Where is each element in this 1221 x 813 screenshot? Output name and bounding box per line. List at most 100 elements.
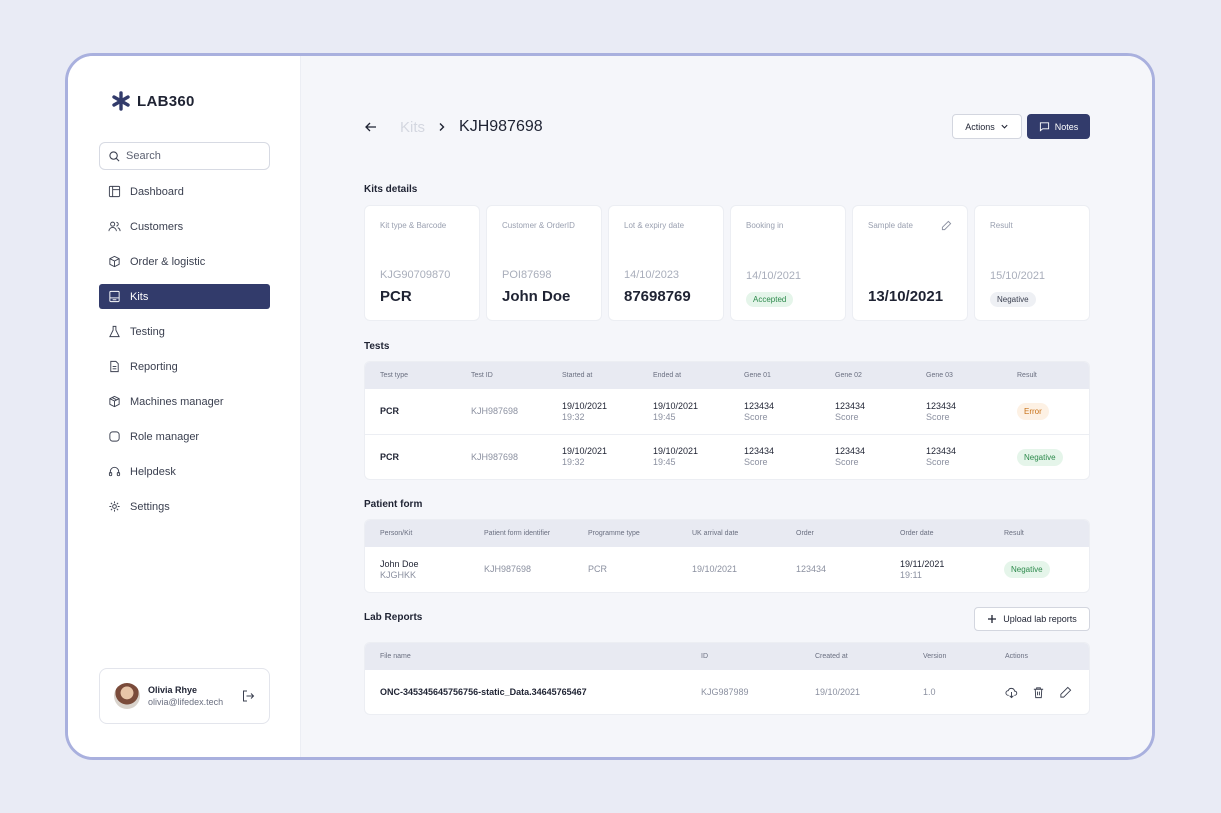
- table-header: Person/Kit Patient form identifier Progr…: [365, 520, 1089, 547]
- gene-score: Score: [835, 411, 859, 422]
- card-value: John Doe: [502, 288, 571, 305]
- sidebar-item-label: Settings: [130, 500, 170, 513]
- flask-icon: [109, 325, 120, 338]
- gene-value: 123434: [926, 446, 957, 456]
- column-header: Created at: [815, 653, 848, 660]
- back-arrow-icon[interactable]: [364, 120, 378, 134]
- table-row[interactable]: ONC-345345645756756-static_Data.34645765…: [365, 670, 1089, 714]
- table-header: Test type Test ID Started at Ended at Ge…: [365, 362, 1089, 389]
- column-header: Order date: [900, 530, 934, 537]
- sidebar-item-role-manager[interactable]: Role manager: [99, 424, 270, 449]
- edit-pencil-icon[interactable]: [1059, 686, 1072, 699]
- card-sub: 14/10/2023: [624, 269, 680, 281]
- row-actions: [990, 686, 1089, 699]
- report-id: KJG987989: [701, 686, 749, 697]
- upload-label: Upload lab reports: [1003, 614, 1077, 624]
- tests-table: Test type Test ID Started at Ended at Ge…: [364, 361, 1090, 480]
- logout-icon[interactable]: [241, 689, 255, 703]
- table-row[interactable]: PCR KJH987698 19/10/2021 19:32 19/10/2021…: [365, 389, 1089, 434]
- card-label: Kit type & Barcode: [380, 221, 447, 230]
- ended-at: 19/10/2021 19:45: [638, 401, 729, 423]
- package-icon: [109, 395, 120, 408]
- started-at: 19/10/2021 19:32: [547, 446, 638, 468]
- page-title: KJH987698: [459, 118, 543, 135]
- card-sub: KJG90709870: [380, 269, 451, 281]
- card-label: Customer & OrderID: [502, 221, 575, 230]
- column-header: UK arrival date: [692, 530, 739, 537]
- table-row[interactable]: PCR KJH987698 19/10/2021 19:32 19/10/2021…: [365, 434, 1089, 479]
- sidebar-item-label: Dashboard: [130, 185, 184, 198]
- sidebar-item-machines-manager[interactable]: Machines manager: [99, 389, 270, 414]
- sidebar: LAB360 Dashboard Customers Order & logis…: [68, 56, 301, 757]
- result-cell: Negative: [989, 561, 1089, 578]
- sidebar-item-order-logistic[interactable]: Order & logistic: [99, 249, 270, 274]
- result-badge-negative: Negative: [1004, 561, 1050, 578]
- column-header: Gene 02: [835, 372, 862, 379]
- sidebar-item-settings[interactable]: Settings: [99, 494, 270, 519]
- sidebar-item-customers[interactable]: Customers: [99, 214, 270, 239]
- sidebar-item-kits[interactable]: Kits: [99, 284, 270, 309]
- column-header: Result: [1004, 530, 1024, 537]
- gene-value: 123434: [744, 400, 775, 411]
- user-email: olivia@lifedex.tech: [148, 697, 224, 707]
- test-id: KJH987698: [471, 406, 519, 416]
- booking-in-card: Booking in 14/10/2021 Accepted: [730, 205, 846, 321]
- ended-at: 19/10/2021 19:45: [638, 446, 729, 468]
- sidebar-item-helpdesk[interactable]: Helpdesk: [99, 459, 270, 484]
- download-cloud-icon[interactable]: [1005, 686, 1018, 699]
- started-at: 19/10/2021 19:32: [547, 401, 638, 423]
- lab-reports-table: File name ID Created at Version Actions …: [364, 642, 1090, 715]
- column-header: Gene 03: [926, 372, 953, 379]
- started-date: 19/10/2021: [562, 446, 608, 456]
- sidebar-item-testing[interactable]: Testing: [99, 319, 270, 344]
- programme-type: PCR: [588, 564, 608, 574]
- test-type: PCR: [380, 406, 400, 416]
- chevron-right-icon: [439, 123, 445, 131]
- notes-button[interactable]: Notes: [1027, 114, 1090, 139]
- result-badge-negative: Negative: [1017, 448, 1063, 466]
- ended-date: 19/10/2021: [653, 400, 699, 411]
- sidebar-item-label: Role manager: [130, 430, 200, 443]
- edit-pencil-icon[interactable]: [941, 220, 952, 231]
- order-number: 123434: [796, 564, 827, 574]
- gene-value: 123434: [926, 400, 957, 411]
- person-kit: John Doe KJGHKK: [365, 559, 469, 581]
- gene-value: 123434: [835, 400, 866, 411]
- card-label: Booking in: [746, 221, 784, 230]
- card-label: Sample date: [868, 221, 913, 230]
- column-header: Result: [1017, 372, 1037, 379]
- sidebar-item-label: Reporting: [130, 360, 178, 373]
- card-value: 87698769: [624, 288, 691, 305]
- customer-card: Customer & OrderID POI87698 John Doe: [486, 205, 602, 321]
- user-card[interactable]: Olivia Rhye olivia@lifedex.tech: [99, 668, 270, 724]
- breadcrumb-kits-link[interactable]: Kits: [400, 119, 425, 136]
- column-header: ID: [701, 653, 708, 660]
- kit-details-cards: Kit type & Barcode KJG90709870 PCR Custo…: [364, 205, 1090, 321]
- logo-text: LAB360: [137, 92, 195, 110]
- sidebar-item-reporting[interactable]: Reporting: [99, 354, 270, 379]
- users-icon: [108, 221, 121, 232]
- logo[interactable]: LAB360: [111, 91, 195, 111]
- sidebar-item-label: Order & logistic: [130, 255, 206, 268]
- lot-expiry-card: Lot & expiry date 14/10/2023 87698769: [608, 205, 724, 321]
- ended-date: 19/10/2021: [653, 446, 699, 456]
- column-header: File name: [380, 653, 411, 660]
- app-window: LAB360 Dashboard Customers Order & logis…: [65, 53, 1155, 760]
- file-name[interactable]: ONC-345345645756756-static_Data.34645765…: [365, 687, 686, 698]
- table-row[interactable]: John Doe KJGHKK KJH987698 PCR 19/10/2021 …: [365, 547, 1089, 592]
- gene-value: 123434: [744, 446, 775, 456]
- card-label: Lot & expiry date: [624, 221, 685, 230]
- search-box[interactable]: [99, 142, 270, 170]
- gene-score: Score: [744, 411, 768, 422]
- upload-lab-reports-button[interactable]: Upload lab reports: [974, 607, 1090, 631]
- test-id: KJH987698: [471, 451, 519, 462]
- actions-dropdown-button[interactable]: Actions: [952, 114, 1022, 139]
- document-icon: [110, 360, 119, 373]
- trash-icon[interactable]: [1032, 686, 1045, 699]
- started-time: 19:32: [562, 411, 585, 422]
- logo-asterisk-icon: [112, 91, 130, 111]
- sidebar-item-dashboard[interactable]: Dashboard: [99, 179, 270, 204]
- patient-form-table: Person/Kit Patient form identifier Progr…: [364, 519, 1090, 593]
- role-icon: [109, 431, 120, 442]
- search-input[interactable]: [126, 150, 256, 162]
